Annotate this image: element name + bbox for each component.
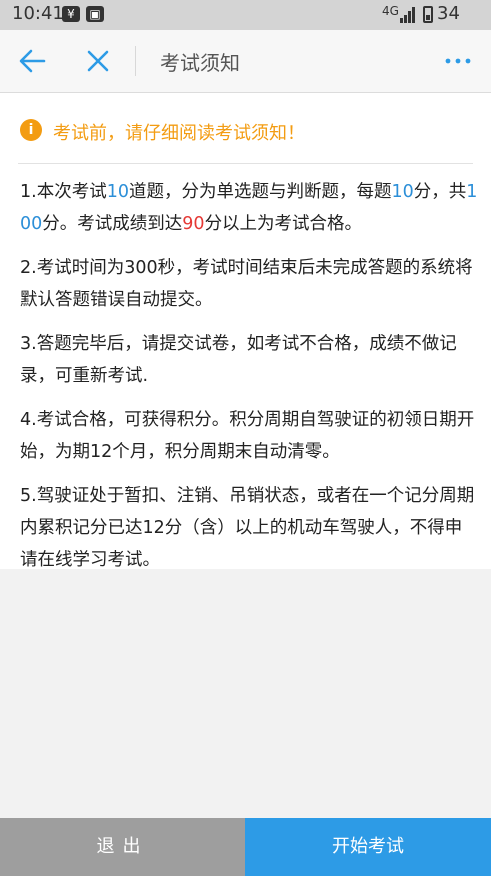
network-type: 4G xyxy=(382,4,399,18)
battery-icon xyxy=(423,6,433,23)
rule-item-5: 5.驾驶证处于暂扣、注销、吊销状态，或者在一个记分周期内累积记分已达12分（含）… xyxy=(20,486,475,570)
rules-list: 1.本次考试10道题，分为单选题与判断题，每题10分，共100分。考试成绩到达9… xyxy=(20,176,478,588)
points-per-question: 10 xyxy=(391,182,414,202)
back-button[interactable] xyxy=(16,45,48,77)
battery-level: 34 xyxy=(437,3,460,24)
pass-score: 90 xyxy=(182,214,205,234)
back-arrow-icon xyxy=(19,49,46,73)
close-icon xyxy=(87,50,109,72)
notice-divider xyxy=(18,163,473,164)
nav-bar: 考试须知 xyxy=(0,30,491,93)
start-exam-button[interactable]: 开始考试 xyxy=(245,818,491,876)
rule-item-2: 2.考试时间为300秒，考试时间结束后未完成答题的系统将默认答题错误自动提交。 xyxy=(20,258,473,310)
more-button[interactable] xyxy=(440,45,476,77)
status-time: 10:41 xyxy=(12,3,64,24)
footer-bar: 退出 开始考试 xyxy=(0,818,491,876)
notice-text: 考试前，请仔细阅读考试须知！ xyxy=(53,123,305,144)
image-icon: ▣ xyxy=(86,6,104,22)
page-title: 考试须知 xyxy=(160,51,240,75)
status-bar: 10:41 ¥ ▣ 4G 34 xyxy=(0,0,491,30)
content-panel: i 考试前，请仔细阅读考试须知！ 1.本次考试10道题，分为单选题与判断题，每题… xyxy=(0,93,491,570)
rule-item-3: 3.答题完毕后，请提交试卷，如考试不合格，成绩不做记录，可重新考试. xyxy=(20,334,457,386)
close-button[interactable] xyxy=(82,45,114,77)
currency-icon: ¥ xyxy=(62,6,80,22)
more-dots-icon xyxy=(445,58,471,64)
exit-button[interactable]: 退出 xyxy=(0,818,245,876)
rule-item-4: 4.考试合格，可获得积分。积分周期自驾驶证的初领日期开始，为期12个月，积分周期… xyxy=(20,410,475,462)
rule-item-1: 1.本次考试10道题，分为单选题与判断题，每题10分，共100分。考试成绩到达9… xyxy=(20,182,478,234)
question-count: 10 xyxy=(106,182,129,202)
info-icon: i xyxy=(20,119,42,141)
nav-divider xyxy=(135,46,136,76)
signal-icon xyxy=(400,7,415,23)
